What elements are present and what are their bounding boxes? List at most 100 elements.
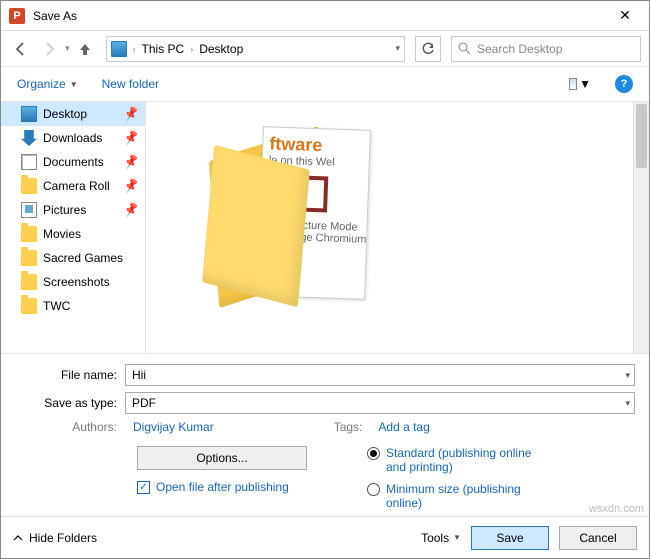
pictures-icon bbox=[21, 202, 37, 218]
pin-icon: 📌 bbox=[122, 177, 140, 194]
sidebar: Desktop 📌 Downloads 📌 Documents 📌 Camera… bbox=[1, 102, 146, 353]
pin-icon: 📌 bbox=[122, 153, 140, 170]
filename-label: File name: bbox=[15, 368, 125, 382]
chevron-down-icon: ▼ bbox=[453, 533, 461, 542]
chevron-right-icon: › bbox=[190, 44, 193, 54]
save-button[interactable]: Save bbox=[471, 526, 549, 550]
sidebar-item-pictures[interactable]: Pictures 📌 bbox=[1, 198, 145, 222]
sidebar-item-label: Camera Roll bbox=[43, 179, 110, 193]
folder-icon bbox=[21, 250, 37, 266]
address-dropdown-icon[interactable]: ▾ bbox=[395, 43, 400, 54]
options-button[interactable]: Options... bbox=[137, 446, 307, 470]
new-folder-button[interactable]: New folder bbox=[102, 77, 159, 91]
tools-label: Tools bbox=[421, 531, 449, 545]
sidebar-item-downloads[interactable]: Downloads 📌 bbox=[1, 126, 145, 150]
sidebar-item-screenshots[interactable]: Screenshots bbox=[1, 270, 145, 294]
sidebar-item-documents[interactable]: Documents 📌 bbox=[1, 150, 145, 174]
folder-content[interactable]: ftware le on this Wel re-In-Picture Mode… bbox=[146, 102, 649, 353]
up-button[interactable] bbox=[74, 38, 96, 60]
tags-value[interactable]: Add a tag bbox=[378, 420, 429, 434]
titlebar: P Save As ✕ bbox=[1, 1, 649, 31]
folder-icon bbox=[21, 226, 37, 242]
savetype-value: PDF bbox=[132, 396, 156, 410]
pin-icon: 📌 bbox=[122, 201, 140, 218]
chevron-down-icon[interactable]: ▾ bbox=[625, 370, 630, 381]
history-dropdown[interactable]: ▾ bbox=[65, 43, 70, 54]
documents-icon bbox=[21, 154, 37, 170]
sidebar-item-label: Downloads bbox=[43, 131, 102, 145]
organize-label: Organize bbox=[17, 77, 66, 91]
scrollbar-thumb[interactable] bbox=[636, 104, 647, 168]
main-area: Desktop 📌 Downloads 📌 Documents 📌 Camera… bbox=[1, 101, 649, 353]
desktop-icon bbox=[21, 106, 37, 122]
vertical-scrollbar[interactable] bbox=[633, 102, 649, 353]
search-icon bbox=[458, 42, 471, 55]
forward-button[interactable] bbox=[37, 37, 61, 61]
pin-icon: 📌 bbox=[122, 105, 140, 122]
tools-menu[interactable]: Tools ▼ bbox=[421, 531, 461, 545]
authors-label: Authors: bbox=[15, 420, 125, 434]
sidebar-item-cameraroll[interactable]: Camera Roll 📌 bbox=[1, 174, 145, 198]
chevron-down-icon: ▼ bbox=[579, 77, 591, 91]
pin-icon: 📌 bbox=[122, 129, 140, 146]
watermark: wsxdn.com bbox=[589, 503, 644, 515]
new-folder-label: New folder bbox=[102, 77, 159, 91]
open-after-label: Open file after publishing bbox=[156, 480, 289, 494]
hide-folders-label: Hide Folders bbox=[29, 531, 97, 545]
authors-value[interactable]: Digvijay Kumar bbox=[133, 420, 214, 434]
checkbox-icon: ✓ bbox=[137, 481, 150, 494]
sidebar-item-label: Sacred Games bbox=[43, 251, 123, 265]
filename-input[interactable] bbox=[132, 368, 628, 382]
downloads-icon bbox=[21, 130, 37, 146]
folder-icon bbox=[21, 274, 37, 290]
sidebar-item-label: Movies bbox=[43, 227, 81, 241]
hide-folders-button[interactable]: Hide Folders bbox=[13, 531, 97, 545]
savetype-combo[interactable]: PDF ▾ bbox=[125, 392, 635, 414]
cancel-label: Cancel bbox=[579, 531, 616, 545]
sidebar-item-sacredgames[interactable]: Sacred Games bbox=[1, 246, 145, 270]
radio-standard[interactable]: Standard (publishing online and printing… bbox=[367, 446, 536, 474]
breadcrumb-desktop[interactable]: Desktop bbox=[199, 42, 243, 56]
cancel-button[interactable]: Cancel bbox=[559, 526, 637, 550]
save-form: File name: ▾ Save as type: PDF ▾ Authors… bbox=[1, 353, 649, 516]
sidebar-item-label: Screenshots bbox=[43, 275, 110, 289]
save-label: Save bbox=[496, 531, 523, 545]
refresh-button[interactable] bbox=[415, 36, 441, 62]
chevron-down-icon[interactable]: ▾ bbox=[625, 398, 630, 409]
sidebar-item-label: TWC bbox=[43, 299, 70, 313]
address-bar[interactable]: › This PC › Desktop ▾ bbox=[106, 36, 405, 62]
radio-minimum[interactable]: Minimum size (publishing online) bbox=[367, 482, 536, 510]
filename-combo[interactable]: ▾ bbox=[125, 364, 635, 386]
tags-label: Tags: bbox=[334, 420, 371, 434]
sidebar-item-twc[interactable]: TWC bbox=[1, 294, 145, 318]
powerpoint-icon: P bbox=[9, 8, 25, 24]
view-menu[interactable]: ▼ bbox=[569, 73, 591, 95]
open-after-checkbox[interactable]: ✓ Open file after publishing bbox=[137, 480, 337, 494]
back-button[interactable] bbox=[9, 37, 33, 61]
sidebar-item-label: Pictures bbox=[43, 203, 86, 217]
folder-icon bbox=[21, 178, 37, 194]
sidebar-item-desktop[interactable]: Desktop 📌 bbox=[1, 102, 145, 126]
navbar: ▾ › This PC › Desktop ▾ bbox=[1, 31, 649, 67]
search-box[interactable] bbox=[451, 36, 641, 62]
organize-menu[interactable]: Organize ▼ bbox=[17, 77, 78, 91]
folder-icon bbox=[21, 298, 37, 314]
chevron-right-icon: › bbox=[133, 44, 136, 54]
sidebar-item-movies[interactable]: Movies bbox=[1, 222, 145, 246]
radio-icon bbox=[367, 483, 380, 496]
savetype-label: Save as type: bbox=[15, 396, 125, 410]
radio-minimum-label: Minimum size (publishing online) bbox=[386, 482, 536, 510]
window-title: Save As bbox=[33, 9, 609, 23]
thumbnail-icon bbox=[569, 78, 577, 90]
options-label: Options... bbox=[196, 451, 247, 465]
folder-preview[interactable]: ftware le on this Wel re-In-Picture Mode… bbox=[214, 122, 364, 302]
chevron-up-icon bbox=[13, 533, 23, 543]
footer: Hide Folders Tools ▼ Save Cancel bbox=[1, 516, 649, 558]
close-button[interactable]: ✕ bbox=[609, 7, 641, 24]
sidebar-item-label: Documents bbox=[43, 155, 104, 169]
search-input[interactable] bbox=[477, 42, 634, 56]
breadcrumb-thispc[interactable]: This PC bbox=[142, 42, 185, 56]
this-pc-icon bbox=[111, 41, 127, 57]
help-button[interactable]: ? bbox=[615, 75, 633, 93]
radio-icon bbox=[367, 447, 380, 460]
